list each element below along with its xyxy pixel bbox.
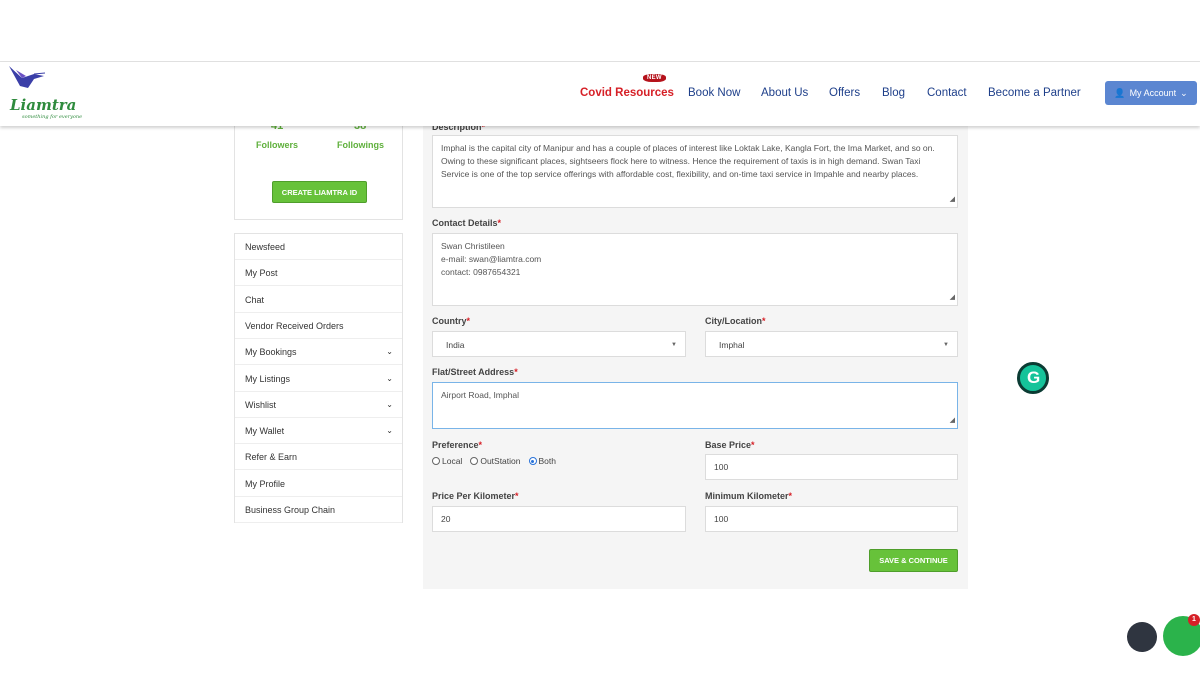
nav-covid-resources[interactable]: Covid Resources xyxy=(580,87,674,99)
user-icon: 👤 xyxy=(1114,87,1126,98)
sidebar-item-newsfeed[interactable]: Newsfeed xyxy=(235,234,402,260)
listing-form: Description* Imphal is the capital city … xyxy=(423,122,968,589)
price-per-km-label: Price Per Kilometer* xyxy=(432,491,519,501)
description-textarea[interactable]: Imphal is the capital city of Manipur an… xyxy=(432,135,958,208)
main-nav: Covid Resources NEW Book Now About Us Of… xyxy=(0,74,1200,101)
chevron-down-icon[interactable]: ⌄ xyxy=(386,418,393,444)
logo-tagline: something for everyone xyxy=(22,114,83,120)
sidebar-item-label: My Post xyxy=(245,268,278,279)
resize-handle-icon[interactable]: ◢ xyxy=(950,193,955,206)
sidebar-item-label: Refer & Earn xyxy=(245,452,298,463)
grammarly-icon[interactable]: G xyxy=(1017,362,1049,394)
country-select[interactable]: India ▼ xyxy=(432,331,686,357)
radio-both[interactable] xyxy=(528,457,537,465)
nav-offers[interactable]: Offers xyxy=(829,87,860,99)
sidebar-item-label: Chat xyxy=(245,294,265,305)
base-price-input[interactable]: 100 xyxy=(705,454,958,480)
sidebar-item-label: My Wallet xyxy=(245,426,285,437)
sidebar-item-vendor-received-orders[interactable]: Vendor Received Orders xyxy=(235,313,402,339)
chevron-down-icon[interactable]: ⌄ xyxy=(386,366,393,392)
description-text: Imphal is the capital city of Manipur an… xyxy=(441,143,935,179)
sidebar-item-my-listings[interactable]: My Listings ⌄ xyxy=(235,366,402,392)
top-blank-band xyxy=(0,0,1200,62)
country-value: India xyxy=(446,340,465,350)
price-per-km-input[interactable]: 20 xyxy=(432,506,686,532)
sidebar-item-business-group-chain[interactable]: Business Group Chain xyxy=(235,497,402,523)
contact-line-phone: contact: 0987654321 xyxy=(441,267,521,277)
city-value: Imphal xyxy=(719,340,745,350)
contact-details-textarea[interactable]: Swan Christileen e-mail: swan@liamtra.co… xyxy=(432,233,958,306)
min-km-label: Minimum Kilometer* xyxy=(705,491,793,501)
profile-stats-card: 41 38 Followers Followings CREATE LIAMTR… xyxy=(234,110,403,220)
city-select[interactable]: Imphal ▼ xyxy=(705,331,958,357)
sidebar-menu: Newsfeed My Post Chat Vendor Received Order… xyxy=(234,233,403,523)
city-label: City/Location* xyxy=(705,316,766,326)
followings-label[interactable]: Followings xyxy=(337,140,384,150)
chevron-down-icon[interactable]: ⌄ xyxy=(386,392,393,418)
sidebar-item-chat[interactable]: Chat xyxy=(235,287,402,313)
address-label: Flat/Street Address* xyxy=(432,367,518,377)
sidebar-item-my-post[interactable]: My Post xyxy=(235,260,402,287)
save-continue-button[interactable]: SAVE & CONTINUE xyxy=(869,549,958,572)
sidebar-item-refer-earn[interactable]: Refer & Earn xyxy=(235,444,402,471)
sidebar-item-label: My Profile xyxy=(245,478,286,489)
sidebar-item-my-wallet[interactable]: My Wallet ⌄ xyxy=(235,418,402,445)
followers-label[interactable]: Followers xyxy=(256,140,298,150)
address-textarea[interactable]: Airport Road, Imphal ◢ xyxy=(432,382,958,429)
chevron-down-icon: ⌄ xyxy=(1180,87,1188,98)
nav-contact[interactable]: Contact xyxy=(927,87,967,99)
sidebar-item-label: Wishlist xyxy=(245,399,276,410)
sidebar-item-my-profile[interactable]: My Profile xyxy=(235,471,402,497)
radio-outstation[interactable] xyxy=(470,457,479,465)
sidebar-item-label: My Listings xyxy=(245,373,291,384)
caret-down-icon: ▼ xyxy=(943,342,949,348)
chat-widget-icon[interactable] xyxy=(1127,622,1157,652)
nav-blog[interactable]: Blog xyxy=(882,87,905,99)
notification-badge: 1 xyxy=(1188,614,1200,626)
nav-book-now[interactable]: Book Now xyxy=(688,87,740,99)
create-liamtra-id-button[interactable]: CREATE LIAMTRA ID xyxy=(272,181,367,203)
preference-both-option[interactable]: Both xyxy=(528,456,556,466)
country-label: Country* xyxy=(432,316,471,326)
contact-details-label: Contact Details* xyxy=(432,218,502,228)
contact-line-email: e-mail: swan@liamtra.com xyxy=(441,254,542,264)
sidebar-item-label: My Bookings xyxy=(245,347,297,358)
min-km-input[interactable]: 100 xyxy=(705,506,958,532)
sidebar-item-my-bookings[interactable]: My Bookings ⌄ xyxy=(235,339,402,366)
resize-handle-icon[interactable]: ◢ xyxy=(950,414,955,427)
new-badge: NEW xyxy=(643,74,666,82)
preference-outstation-option[interactable]: OutStation xyxy=(470,456,521,466)
nav-become-partner[interactable]: Become a Partner xyxy=(988,87,1081,99)
preference-label: Preference* xyxy=(432,440,483,450)
base-price-label: Base Price* xyxy=(705,440,755,450)
my-account-button[interactable]: 👤 My Account ⌄ xyxy=(1105,81,1197,105)
address-text: Airport Road, Imphal xyxy=(441,390,519,400)
sidebar-item-label: Newsfeed xyxy=(245,242,286,252)
sidebar-item-label: Business Group Chain xyxy=(245,505,336,515)
navbar: Liamtra something for everyone Covid Res… xyxy=(0,62,1200,126)
my-account-label: My Account xyxy=(1129,88,1177,98)
preference-local-option[interactable]: Local xyxy=(432,456,462,466)
sidebar-item-wishlist[interactable]: Wishlist ⌄ xyxy=(235,392,402,418)
nav-about-us[interactable]: About Us xyxy=(761,87,808,99)
preference-radio-group: Local OutStation Both xyxy=(432,456,556,466)
resize-handle-icon[interactable]: ◢ xyxy=(950,291,955,304)
sidebar-item-label: Vendor Received Orders xyxy=(245,320,344,331)
contact-line-name: Swan Christileen xyxy=(441,241,505,251)
radio-local[interactable] xyxy=(432,457,440,465)
caret-down-icon: ▼ xyxy=(671,342,677,348)
chevron-down-icon[interactable]: ⌄ xyxy=(386,339,393,365)
